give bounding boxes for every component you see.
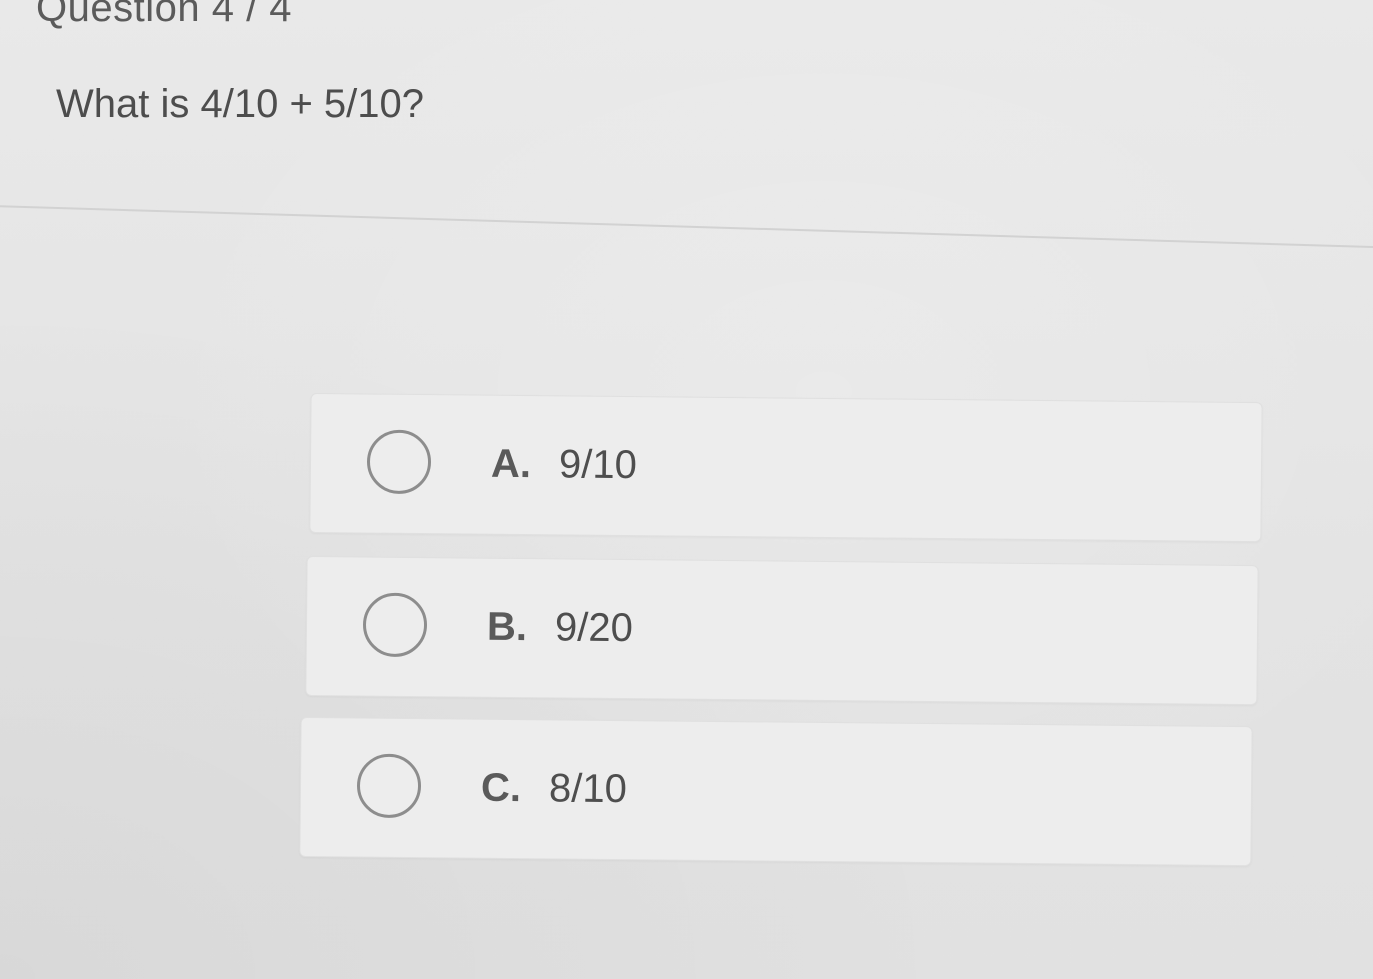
- option-letter: A.: [490, 441, 532, 487]
- option-text: 9/10: [558, 442, 638, 488]
- answer-option-a[interactable]: A. 9/10: [309, 393, 1263, 543]
- option-text: 9/20: [554, 605, 634, 651]
- radio-button-icon[interactable]: [362, 592, 428, 658]
- option-letter: B.: [486, 604, 528, 650]
- answer-option-c[interactable]: C. 8/10: [299, 717, 1253, 867]
- question-prompt: What is 4/10 + 5/10?: [56, 82, 425, 126]
- option-text: 8/10: [548, 766, 628, 812]
- divider: [0, 205, 1373, 249]
- question-counter: Question 4 / 4: [36, 0, 293, 30]
- answer-option-b[interactable]: B. 9/20: [305, 556, 1259, 706]
- radio-button-icon[interactable]: [366, 429, 432, 495]
- option-letter: C.: [480, 765, 522, 811]
- radio-button-icon[interactable]: [356, 753, 422, 819]
